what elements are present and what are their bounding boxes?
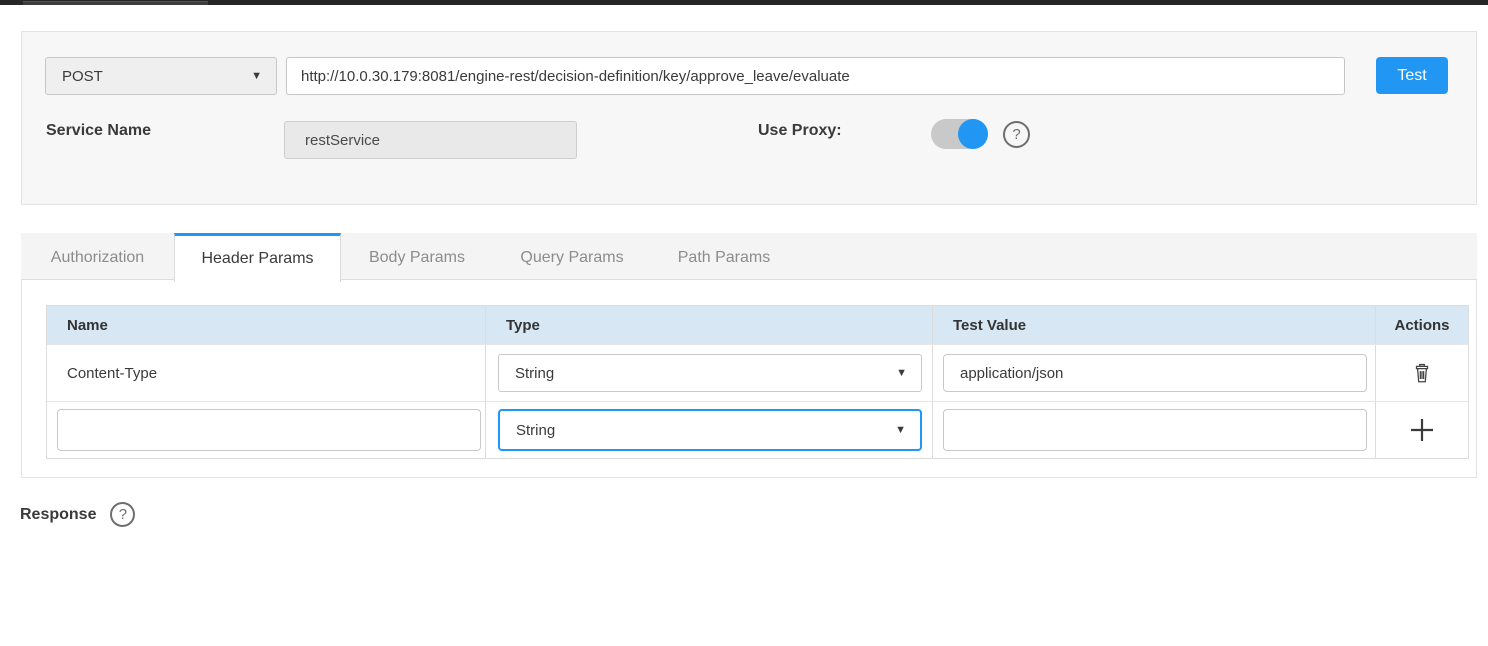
new-param-test-value-input[interactable] (943, 409, 1367, 451)
use-proxy-toggle[interactable] (931, 119, 988, 149)
delete-row-button[interactable] (1402, 353, 1442, 393)
table-row: String ▼ (47, 401, 1468, 458)
response-section: Response ? (20, 502, 135, 527)
proxy-help-icon[interactable]: ? (1003, 121, 1030, 148)
top-window-tab (23, 1, 208, 5)
param-type-select[interactable]: String ▼ (498, 354, 922, 392)
tab-query-params[interactable]: Query Params (493, 233, 651, 279)
chevron-down-icon: ▼ (896, 367, 907, 379)
add-row-button[interactable] (1402, 410, 1442, 450)
request-panel: POST ▼ Test Service Name Use Proxy: ? (21, 31, 1477, 205)
tab-path-params[interactable]: Path Params (651, 233, 797, 279)
trash-icon (1411, 361, 1433, 385)
new-param-name-input[interactable] (57, 409, 481, 451)
header-params-panel: Name Type Test Value Actions Content-Typ… (21, 280, 1477, 478)
param-name-text: Content-Type (47, 365, 157, 382)
column-header-type: Type (486, 306, 933, 344)
top-window-bar (0, 0, 1488, 5)
tab-body-params[interactable]: Body Params (341, 233, 493, 279)
param-type-value: String (515, 365, 554, 382)
service-name-label: Service Name (46, 122, 151, 140)
chevron-down-icon: ▼ (251, 70, 262, 82)
column-header-name: Name (47, 306, 486, 344)
url-input[interactable] (286, 57, 1345, 95)
chevron-down-icon: ▼ (895, 424, 906, 436)
tab-authorization[interactable]: Authorization (21, 233, 174, 279)
params-table: Name Type Test Value Actions Content-Typ… (46, 305, 1469, 459)
http-method-select[interactable]: POST ▼ (45, 57, 277, 95)
column-header-test-value: Test Value (933, 306, 1376, 344)
param-test-value-input[interactable] (943, 354, 1367, 392)
params-tabbar: Authorization Header Params Body Params … (21, 233, 1477, 280)
toggle-knob (958, 119, 988, 149)
table-row: Content-Type String ▼ (47, 344, 1468, 401)
tab-header-params[interactable]: Header Params (174, 233, 341, 282)
column-header-actions: Actions (1376, 306, 1468, 344)
table-header-row: Name Type Test Value Actions (47, 306, 1468, 344)
response-help-icon[interactable]: ? (110, 502, 135, 527)
new-param-type-select[interactable]: String ▼ (498, 409, 922, 451)
response-label: Response (20, 506, 96, 524)
plus-icon (1408, 416, 1436, 444)
test-button[interactable]: Test (1376, 57, 1448, 94)
service-name-field[interactable] (284, 121, 577, 159)
http-method-value: POST (62, 68, 103, 85)
use-proxy-label: Use Proxy: (758, 122, 842, 140)
param-type-value: String (516, 422, 555, 439)
